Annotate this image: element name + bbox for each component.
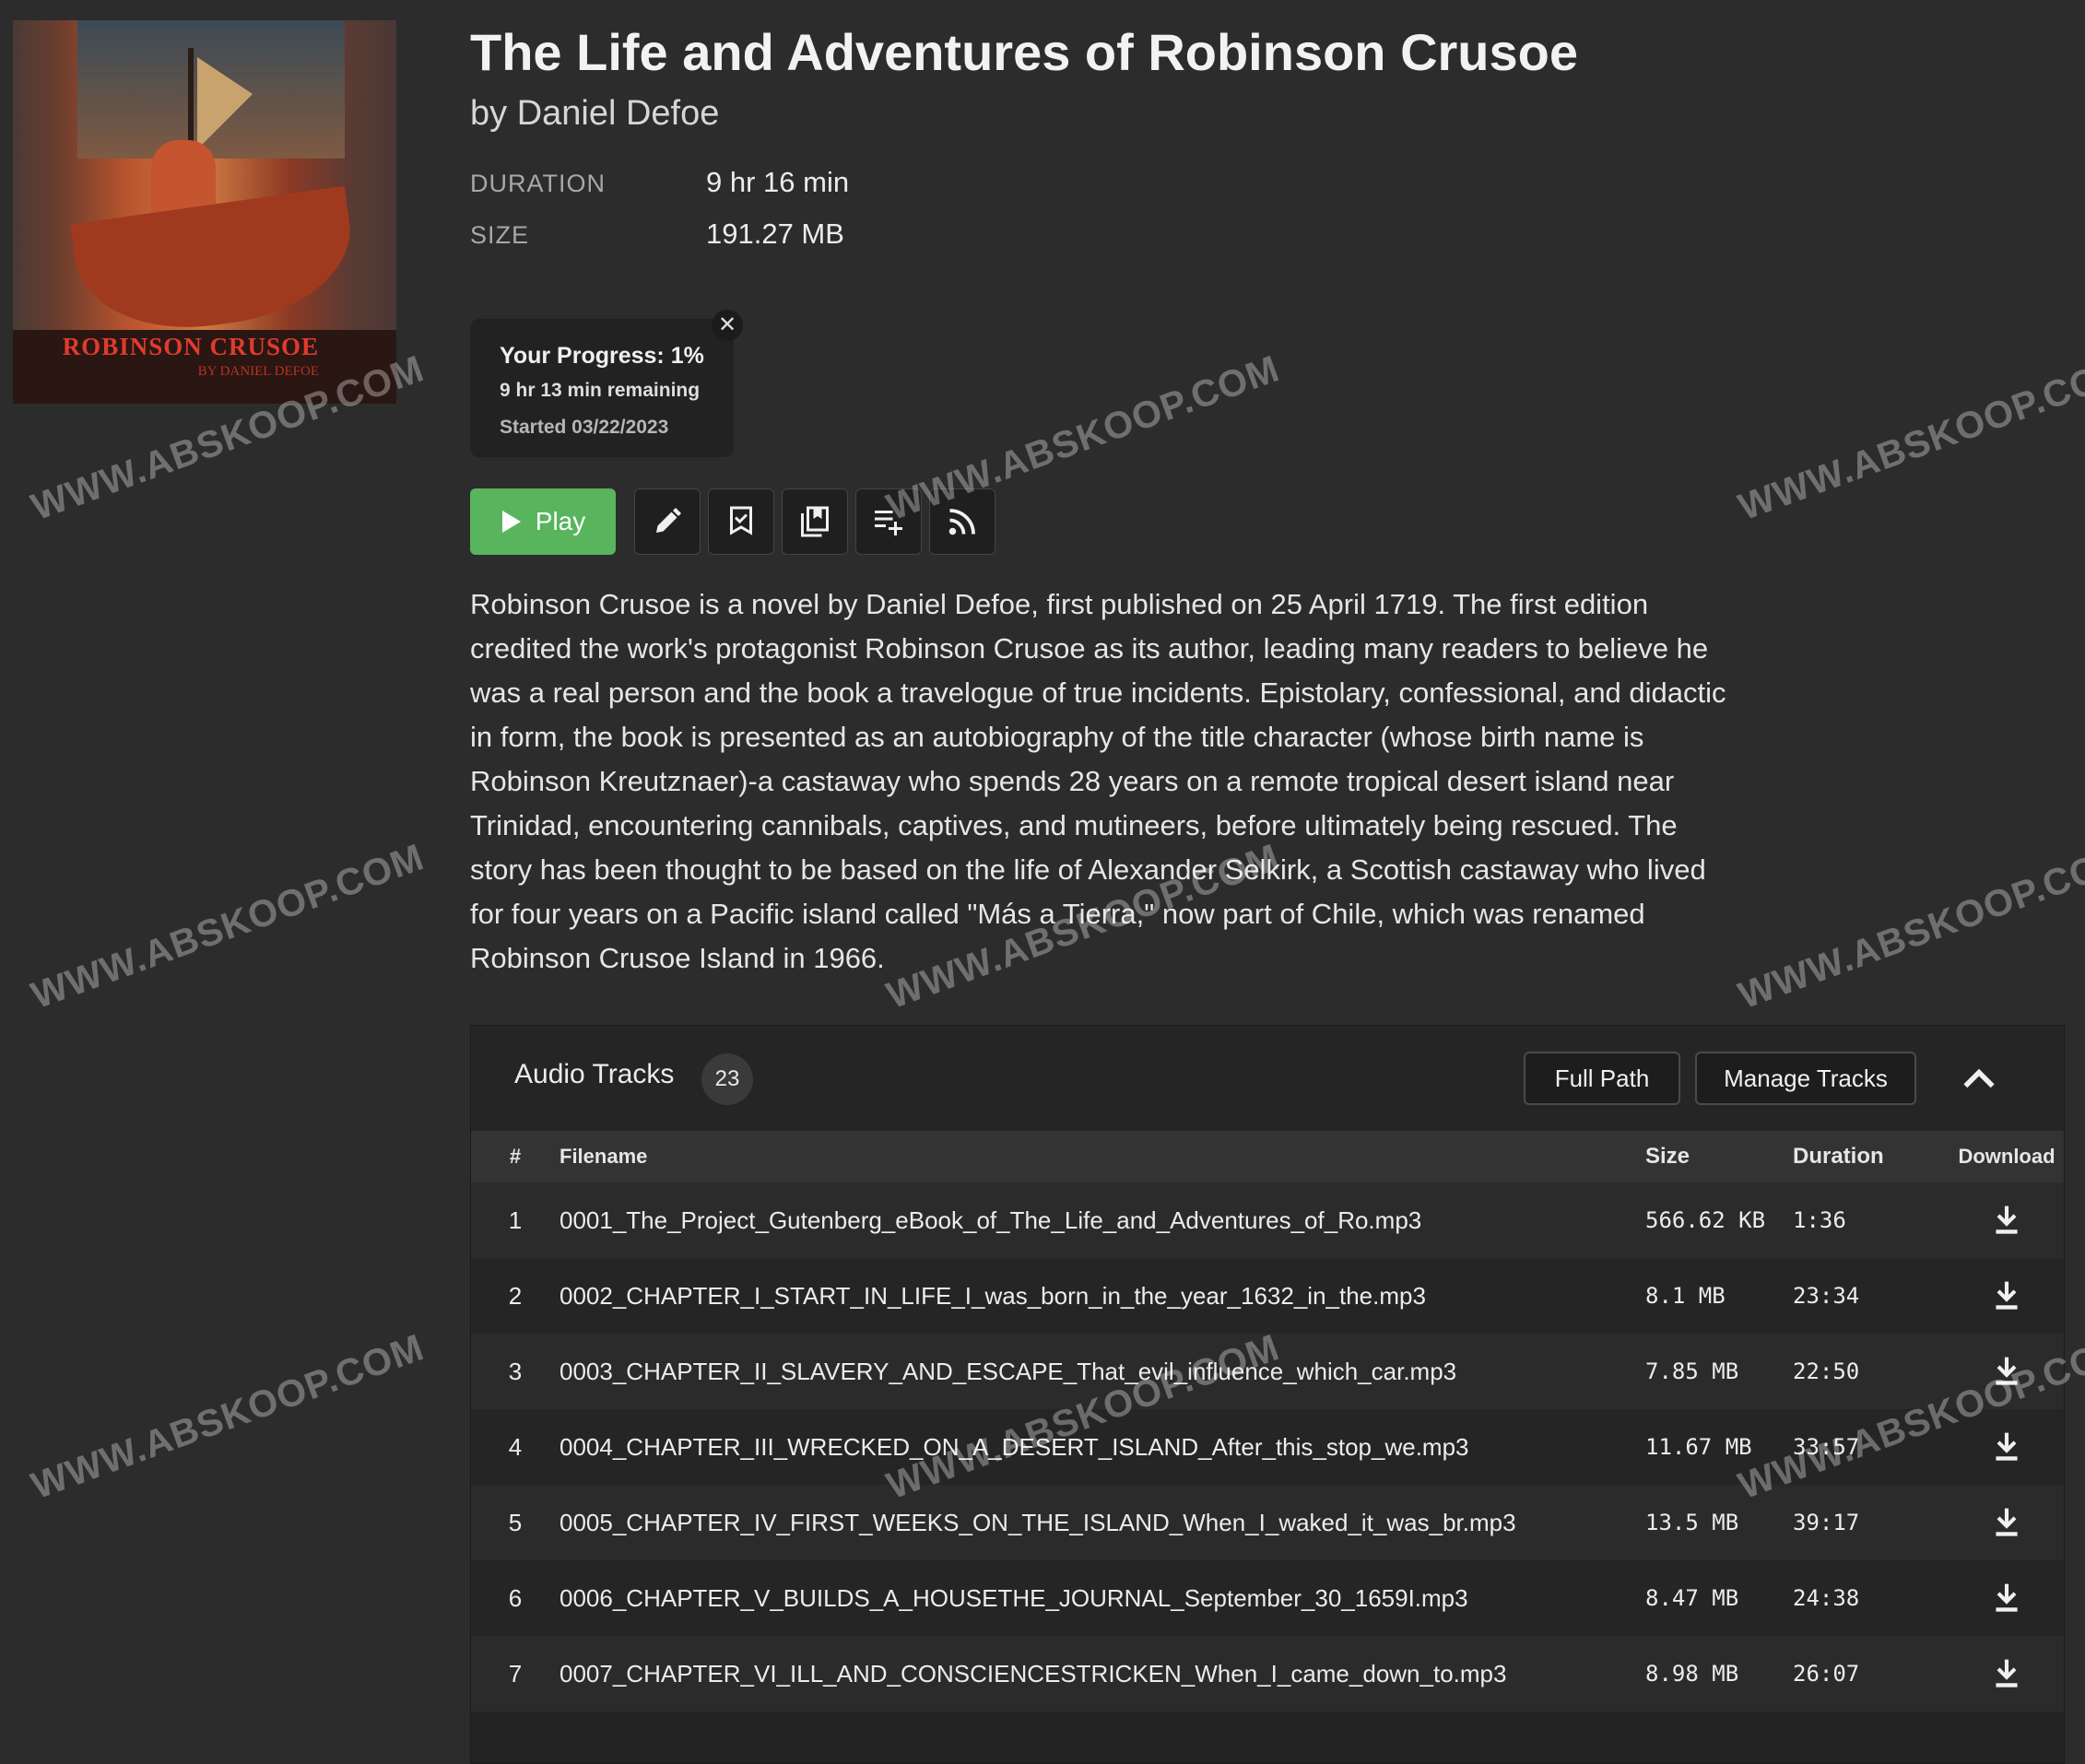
watermark: WWW.ABSKOOP.COM [1733,835,2085,1017]
track-filename: 0002_CHAPTER_I_START_IN_LIFE_I_was_born_… [560,1258,1645,1334]
rss-feed-button[interactable] [929,488,995,555]
track-size: 13.5 MB [1645,1485,1793,1560]
column-header-number: # [471,1131,560,1182]
play-icon [501,511,521,533]
track-number: 1 [471,1182,560,1258]
add-to-playlist-button[interactable] [855,488,922,555]
size-label: SIZE [470,221,530,249]
progress-remaining: 9 hr 13 min remaining [500,380,701,401]
track-filename: 0004_CHAPTER_III_WRECKED_ON_A_DESERT_ISL… [560,1409,1645,1485]
track-size: 11.67 MB [1645,1409,1793,1485]
cover-title: ROBINSON CRUSOE [62,333,319,360]
track-duration: 23:34 [1793,1258,1950,1334]
audio-tracks-table: # Filename Size Duration Download 1 0001_… [471,1131,2064,1711]
track-filename: 0007_CHAPTER_VI_ILL_AND_CONSCIENCESTRICK… [560,1636,1645,1711]
track-count-badge: 23 [701,1053,753,1105]
collections-icon [801,506,829,537]
play-button-label: Play [535,507,586,535]
book-title: The Life and Adventures of Robinson Crus… [470,23,1579,81]
track-filename: 0005_CHAPTER_IV_FIRST_WEEKS_ON_THE_ISLAN… [560,1485,1645,1560]
add-to-collection-button[interactable] [782,488,848,555]
book-cover[interactable]: ROBINSON CRUSOE BY DANIEL DEFOE [13,20,396,404]
watermark: WWW.ABSKOOP.COM [1733,347,2085,529]
cover-ship-sail [197,57,253,149]
download-icon[interactable] [1992,1355,2021,1388]
track-size: 566.62 KB [1645,1182,1793,1258]
pencil-icon [656,508,681,533]
track-filename: 0003_CHAPTER_II_SLAVERY_AND_ESCAPE_That_… [560,1334,1645,1409]
track-filename: 0001_The_Project_Gutenberg_eBook_of_The_… [560,1182,1645,1258]
book-description: Robinson Crusoe is a novel by Daniel Def… [470,588,1726,974]
progress-percent: Your Progress: 1% [500,343,704,369]
track-duration: 22:50 [1793,1334,1950,1409]
watermark: WWW.ABSKOOP.COM [26,835,430,1017]
download-icon[interactable] [1992,1204,2021,1237]
track-number: 5 [471,1485,560,1560]
rss-feed-icon [948,509,975,535]
book-author[interactable]: by Daniel Defoe [470,94,719,134]
track-download-cell [1950,1485,2064,1560]
edit-button[interactable] [634,488,701,555]
download-icon[interactable] [1992,1430,2021,1464]
track-number: 4 [471,1409,560,1485]
download-icon[interactable] [1992,1582,2021,1615]
download-icon[interactable] [1992,1506,2021,1539]
track-download-cell [1950,1409,2064,1485]
track-download-cell [1950,1560,2064,1636]
full-path-button[interactable]: Full Path [1524,1052,1680,1105]
download-icon[interactable] [1992,1657,2021,1690]
close-progress-button[interactable]: ✕ [712,310,743,341]
table-row[interactable]: 5 0005_CHAPTER_IV_FIRST_WEEKS_ON_THE_ISLA… [471,1485,2064,1560]
table-row[interactable]: 2 0002_CHAPTER_I_START_IN_LIFE_I_was_born… [471,1258,2064,1334]
column-header-filename: Filename [560,1131,1645,1182]
progress-card: Your Progress: 1% 9 hr 13 min remaining … [470,319,734,457]
track-duration: 33:57 [1793,1409,1950,1485]
table-header-row: # Filename Size Duration Download [471,1131,2064,1182]
download-icon[interactable] [1992,1279,2021,1312]
track-download-cell [1950,1334,2064,1409]
cover-byline: BY DANIEL DEFOE [197,364,319,379]
add-to-playlist-icon [875,511,902,535]
table-row[interactable]: 4 0004_CHAPTER_III_WRECKED_ON_A_DESERT_IS… [471,1409,2064,1485]
audio-tracks-panel: Audio Tracks 23 Full Path Manage Tracks … [470,1025,2065,1764]
mark-finished-button[interactable] [708,488,774,555]
duration-value: 9 hr 16 min [706,166,850,198]
audio-tracks-header[interactable]: Audio Tracks 23 Full Path Manage Tracks [471,1026,2064,1131]
track-size: 8.98 MB [1645,1636,1793,1711]
duration-label: DURATION [470,170,606,197]
track-duration: 39:17 [1793,1485,1950,1560]
track-download-cell [1950,1636,2064,1711]
column-header-download: Download [1950,1131,2064,1182]
track-download-cell [1950,1258,2064,1334]
track-duration: 1:36 [1793,1182,1950,1258]
audio-tracks-title: Audio Tracks [514,1059,675,1089]
progress-started: Started 03/22/2023 [500,417,669,438]
manage-tracks-button[interactable]: Manage Tracks [1695,1052,1916,1105]
track-duration: 26:07 [1793,1636,1950,1711]
chevron-up-icon[interactable] [1959,1059,1999,1100]
cover-rowboat [70,185,361,344]
bookmark-check-icon [730,506,752,535]
track-duration: 24:38 [1793,1560,1950,1636]
track-number: 6 [471,1560,560,1636]
column-header-size: Size [1645,1131,1793,1182]
table-row[interactable]: 7 0007_CHAPTER_VI_ILL_AND_CONSCIENCESTRIC… [471,1636,2064,1711]
track-filename: 0006_CHAPTER_V_BUILDS_A_HOUSETHE_JOURNAL… [560,1560,1645,1636]
watermark: WWW.ABSKOOP.COM [26,1325,430,1508]
play-button[interactable]: Play [470,488,616,555]
table-row[interactable]: 1 0001_The_Project_Gutenberg_eBook_of_The… [471,1182,2064,1258]
track-size: 7.85 MB [1645,1334,1793,1409]
track-size: 8.47 MB [1645,1560,1793,1636]
track-number: 3 [471,1334,560,1409]
track-number: 2 [471,1258,560,1334]
column-header-duration: Duration [1793,1131,1950,1182]
track-download-cell [1950,1182,2064,1258]
track-number: 7 [471,1636,560,1711]
table-row[interactable]: 3 0003_CHAPTER_II_SLAVERY_AND_ESCAPE_That… [471,1334,2064,1409]
size-value: 191.27 MB [706,218,844,250]
track-size: 8.1 MB [1645,1258,1793,1334]
table-row[interactable]: 6 0006_CHAPTER_V_BUILDS_A_HOUSETHE_JOURNA… [471,1560,2064,1636]
